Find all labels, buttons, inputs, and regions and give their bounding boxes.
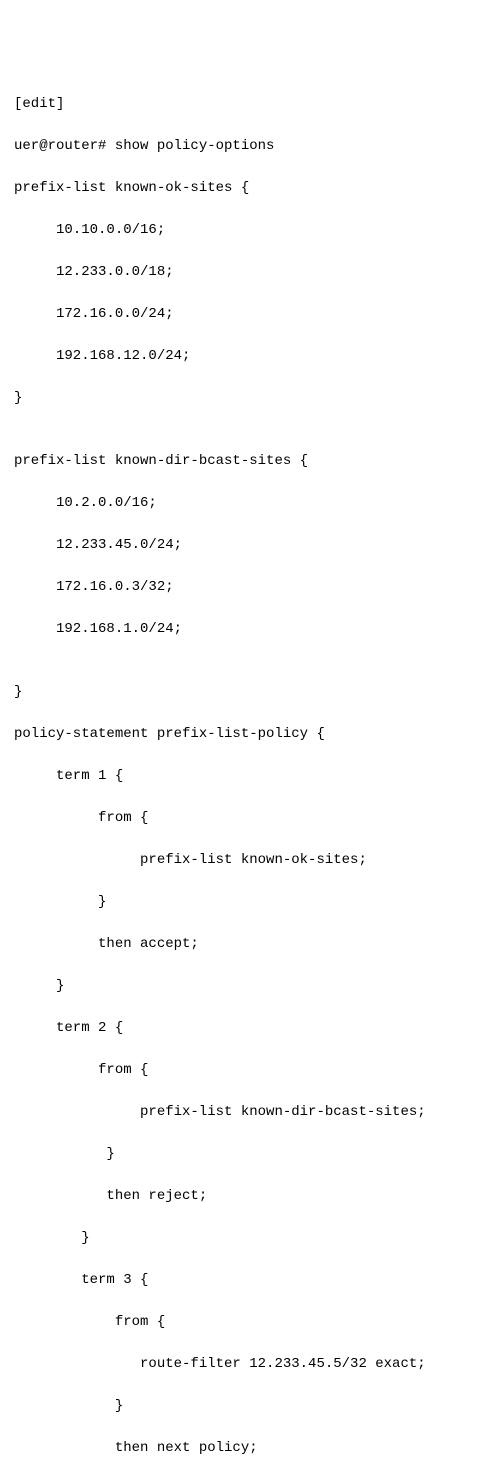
term3-from-open: from { xyxy=(14,1312,489,1333)
term2-from-open: from { xyxy=(14,1060,489,1081)
prefix-ok-entry: 172.16.0.0/24; xyxy=(14,304,489,325)
term3-open: term 3 { xyxy=(14,1270,489,1291)
prefix-ok-entry: 10.10.0.0/16; xyxy=(14,220,489,241)
term2-close: } xyxy=(14,1228,489,1249)
cli-prompt-command: uer@router# show policy-options xyxy=(14,136,489,157)
prefix-list-bcast-close: } xyxy=(14,682,489,703)
prefix-list-ok-close: } xyxy=(14,388,489,409)
term2-then: then reject; xyxy=(14,1186,489,1207)
term2-open: term 2 { xyxy=(14,1018,489,1039)
term1-open: term 1 { xyxy=(14,766,489,787)
term1-from-prefix: prefix-list known-ok-sites; xyxy=(14,850,489,871)
policy-statement-open: policy-statement prefix-list-policy { xyxy=(14,724,489,745)
prefix-ok-entry: 12.233.0.0/18; xyxy=(14,262,489,283)
prefix-bcast-entry: 192.168.1.0/24; xyxy=(14,619,489,640)
edit-mode-indicator: [edit] xyxy=(14,94,489,115)
prefix-list-ok-open: prefix-list known-ok-sites { xyxy=(14,178,489,199)
prefix-list-bcast-open: prefix-list known-dir-bcast-sites { xyxy=(14,451,489,472)
term2-from-prefix: prefix-list known-dir-bcast-sites; xyxy=(14,1102,489,1123)
term1-close: } xyxy=(14,976,489,997)
term1-from-open: from { xyxy=(14,808,489,829)
prefix-bcast-entry: 10.2.0.0/16; xyxy=(14,493,489,514)
term1-from-close: } xyxy=(14,892,489,913)
prefix-bcast-entry: 172.16.0.3/32; xyxy=(14,577,489,598)
term2-from-close: } xyxy=(14,1144,489,1165)
term3-from-close: } xyxy=(14,1396,489,1417)
term3-then: then next policy; xyxy=(14,1438,489,1459)
prefix-bcast-entry: 12.233.45.0/24; xyxy=(14,535,489,556)
prefix-ok-entry: 192.168.12.0/24; xyxy=(14,346,489,367)
term1-then: then accept; xyxy=(14,934,489,955)
term3-route-filter: route-filter 12.233.45.5/32 exact; xyxy=(14,1354,489,1375)
